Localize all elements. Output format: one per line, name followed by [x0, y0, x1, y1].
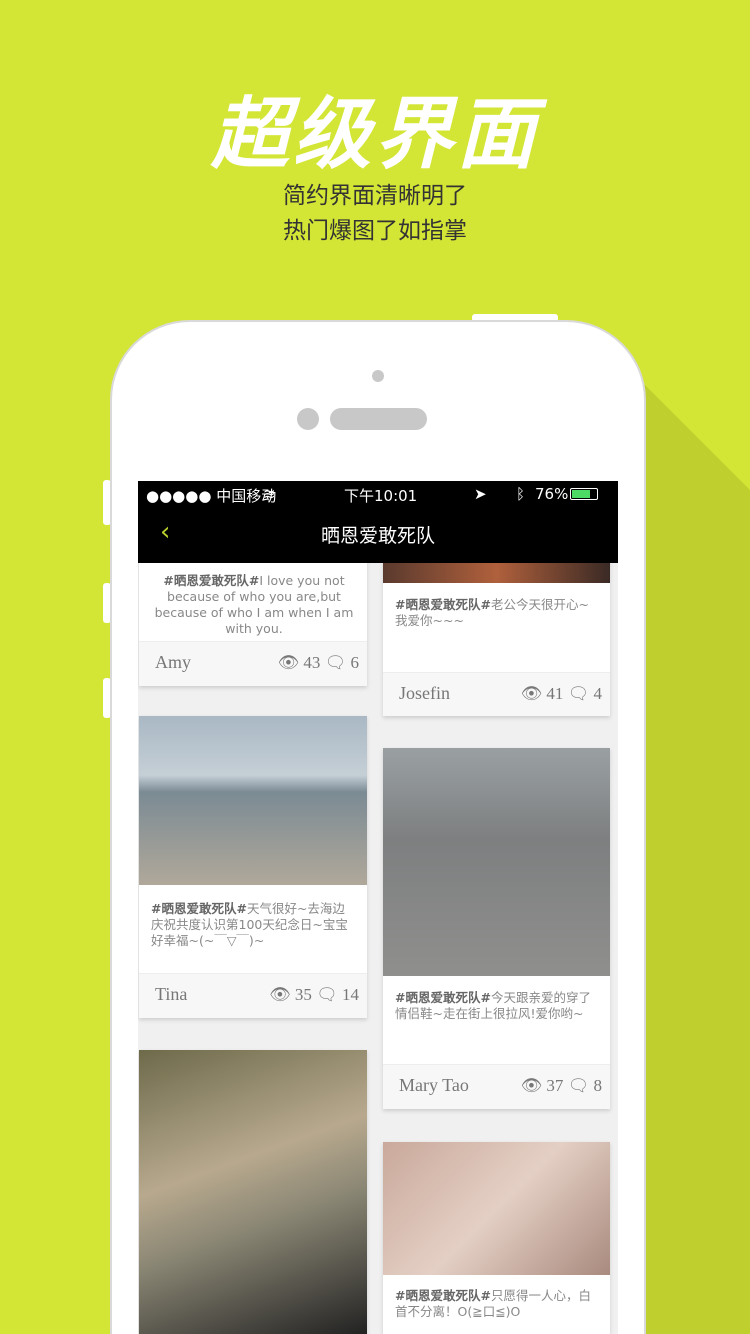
post-image	[383, 748, 610, 976]
post-text: #晒恩爱敢死队#今天跟亲爱的穿了情侣鞋~走在街上很拉风!爱你哟~	[395, 990, 591, 1021]
post-stats: 👁 41 🗨 4	[520, 684, 602, 703]
post-footer: Tina 👁 35 🗨 14	[139, 973, 367, 1018]
carrier: ●●●●● 中国移动	[146, 487, 277, 505]
nav-bar: ‹ 晒恩爱敢死队	[138, 507, 618, 563]
author-name: Mary Tao	[399, 1075, 469, 1095]
clock: 下午10:01	[344, 487, 418, 505]
post-card[interactable]	[139, 1050, 367, 1334]
post-card[interactable]: #晒恩爱敢死队#今天跟亲爱的穿了情侣鞋~走在街上很拉风!爱你哟~ Mary Ta…	[383, 748, 610, 1109]
promo-line-2: 热门爆图了如指掌	[283, 218, 467, 244]
battery-percent: 76%	[535, 485, 569, 503]
post-image	[139, 1050, 367, 1334]
comment-icon: 🗨	[324, 653, 347, 672]
background-shadow	[640, 380, 750, 1334]
earpiece-speaker	[330, 408, 427, 430]
battery-icon	[570, 488, 598, 500]
comment-icon: 🗨	[316, 985, 338, 1004]
post-footer: Josefin 👁 41 🗨 4	[383, 672, 610, 716]
post-text: #晒恩爱敢死队#只愿得一人心，白首不分离！O(≧口≦)O	[395, 1288, 591, 1319]
promo-line-1: 简约界面清晰明了	[283, 183, 467, 209]
post-card[interactable]: #晒恩爱敢死队#I love you not because of who yo…	[139, 551, 367, 686]
post-card[interactable]: #晒恩爱敢死队#只愿得一人心，白首不分离！O(≧口≦)O	[383, 1142, 610, 1334]
post-text: #晒恩爱敢死队#天气很好~去海边庆祝共度认识第100天纪念日~宝宝好幸福~(~￣…	[151, 901, 348, 948]
eye-icon: 👁	[269, 985, 291, 1004]
status-bar: ●●●●● 中国移动 ≋ 下午10:01 ➤ ᛒ 76%	[138, 481, 618, 507]
post-stats: 👁 37 🗨 8	[520, 1076, 602, 1095]
sensor	[297, 408, 319, 430]
wifi-icon: ≋	[263, 485, 276, 503]
promo-title: 超级界面	[210, 90, 539, 180]
page-title: 晒恩爱敢死队	[320, 525, 435, 547]
post-footer: Amy 👁 43 🗨 6	[139, 641, 367, 686]
post-image	[383, 1142, 610, 1275]
post-text: #晒恩爱敢死队#老公今天很开心~我爱你~~~	[395, 597, 589, 628]
author-name: Tina	[155, 984, 188, 1004]
post-footer: Mary Tao 👁 37 🗨 8	[383, 1064, 610, 1109]
app-screen: #晒恩爱敢死队#I love you not because of who yo…	[138, 481, 618, 1334]
comment-icon: 🗨	[567, 684, 590, 703]
post-text: #晒恩爱敢死队#I love you not because of who yo…	[154, 573, 354, 636]
post-image	[139, 716, 367, 885]
eye-icon: 👁	[520, 684, 543, 703]
author-name: Amy	[155, 652, 191, 672]
comment-icon: 🗨	[567, 1076, 590, 1095]
post-card[interactable]: #晒恩爱敢死队#天气很好~去海边庆祝共度认识第100天纪念日~宝宝好幸福~(~￣…	[139, 716, 367, 1018]
front-camera	[372, 370, 384, 382]
post-stats: 👁 43 🗨 6	[277, 653, 359, 672]
author-name: Josefin	[399, 683, 450, 703]
bluetooth-icon: ᛒ	[516, 485, 526, 503]
location-icon: ➤	[474, 485, 487, 503]
post-card[interactable]: #晒恩爱敢死队#老公今天很开心~我爱你~~~ Josefin 👁 41 🗨 4	[383, 551, 610, 716]
post-stats: 👁 35 🗨 14	[269, 985, 359, 1004]
eye-icon: 👁	[277, 653, 300, 672]
eye-icon: 👁	[520, 1076, 543, 1095]
